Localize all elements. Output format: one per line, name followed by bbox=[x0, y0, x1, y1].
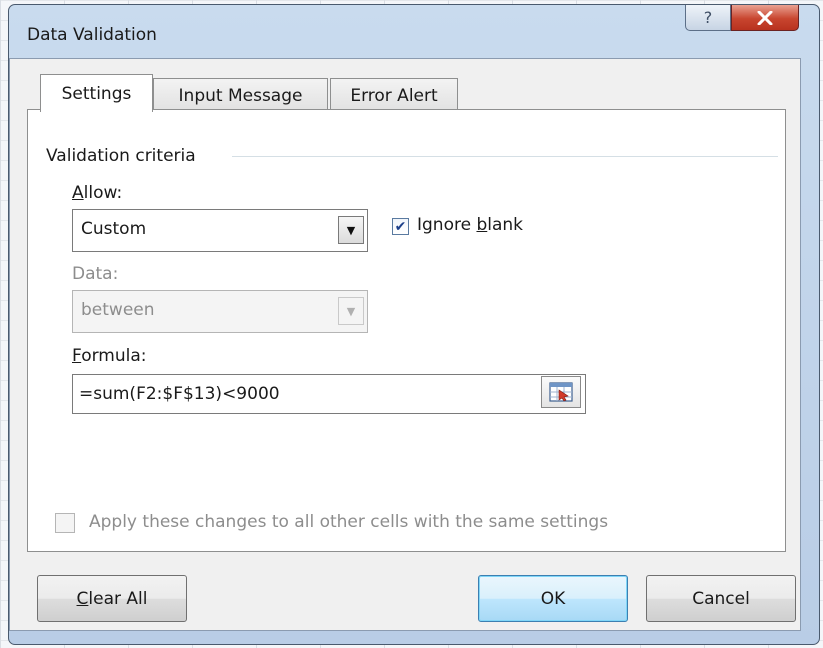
data-dropdown[interactable]: between ▼ bbox=[72, 290, 368, 333]
clear-all-label: Clear All bbox=[77, 589, 148, 609]
formula-label: Formula: bbox=[72, 346, 146, 366]
data-label: Data: bbox=[72, 264, 119, 284]
allow-label-text: llow: bbox=[83, 183, 123, 203]
tab-error-alert-label: Error Alert bbox=[350, 85, 438, 106]
collapse-dialog-button[interactable] bbox=[541, 376, 581, 408]
apply-all-checkbox[interactable] bbox=[55, 513, 75, 533]
tab-settings-label: Settings bbox=[61, 83, 132, 104]
formula-label-text: ormula: bbox=[81, 346, 147, 366]
checkmark-icon: ✔ bbox=[394, 218, 407, 235]
allow-dropdown-button[interactable]: ▼ bbox=[338, 216, 364, 244]
ignore-blank-label-post: lank bbox=[487, 215, 524, 235]
clear-all-button[interactable]: Clear All bbox=[37, 575, 187, 622]
tab-settings[interactable]: Settings bbox=[40, 74, 153, 112]
tab-input-message[interactable]: Input Message bbox=[153, 78, 328, 112]
ignore-blank-label-pre: Ignore bbox=[417, 215, 477, 235]
apply-all-label: Apply these changes to all other cells w… bbox=[89, 512, 609, 532]
allow-mnemonic: A bbox=[72, 183, 84, 203]
clear-all-label-text: lear All bbox=[88, 588, 148, 609]
group-divider bbox=[232, 156, 778, 157]
cancel-button[interactable]: Cancel bbox=[646, 575, 796, 622]
help-button[interactable]: ? bbox=[685, 5, 731, 31]
data-value: between bbox=[81, 300, 155, 320]
ok-button[interactable]: OK bbox=[478, 575, 628, 622]
formula-mnemonic: F bbox=[72, 346, 82, 366]
chevron-down-icon: ▼ bbox=[346, 223, 356, 237]
allow-label: Allow: bbox=[72, 183, 122, 203]
chevron-down-icon: ▼ bbox=[346, 304, 356, 318]
range-select-icon bbox=[549, 382, 573, 402]
data-dropdown-button[interactable]: ▼ bbox=[338, 297, 364, 325]
formula-input[interactable] bbox=[79, 383, 529, 405]
allow-dropdown[interactable]: Custom ▼ bbox=[72, 209, 368, 252]
formula-field[interactable] bbox=[72, 374, 586, 414]
ignore-blank-checkbox[interactable]: ✔ bbox=[392, 218, 409, 235]
help-icon: ? bbox=[703, 8, 713, 27]
cancel-label: Cancel bbox=[692, 588, 750, 609]
dialog-title: Data Validation bbox=[27, 25, 157, 45]
clear-all-mnemonic: C bbox=[76, 588, 89, 609]
ignore-blank-label[interactable]: Ignore blank bbox=[417, 215, 523, 235]
ok-label: OK bbox=[540, 588, 566, 609]
validation-criteria-label: Validation criteria bbox=[46, 146, 196, 166]
close-button[interactable] bbox=[731, 5, 799, 31]
tab-error-alert[interactable]: Error Alert bbox=[330, 78, 458, 112]
tab-input-message-label: Input Message bbox=[178, 85, 303, 106]
ignore-blank-mnemonic: b bbox=[476, 215, 488, 235]
close-icon bbox=[757, 10, 773, 25]
allow-value: Custom bbox=[81, 219, 147, 239]
